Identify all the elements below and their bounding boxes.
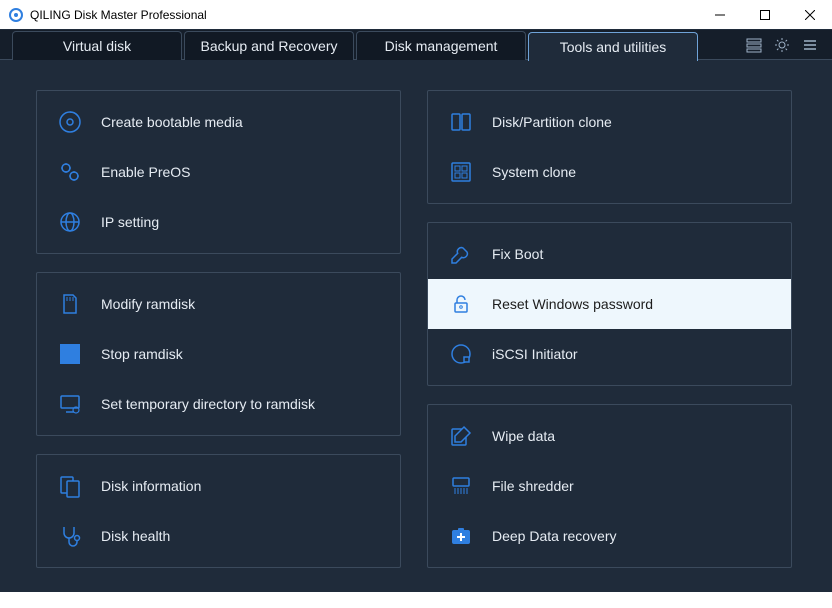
- partition-icon: [448, 109, 474, 135]
- menu-icon[interactable]: [802, 37, 818, 53]
- toolbar-right: [746, 30, 832, 59]
- tab-label: Backup and Recovery: [201, 38, 338, 54]
- item-deep-data-recovery[interactable]: Deep Data recovery: [428, 511, 791, 561]
- minimize-button[interactable]: [697, 0, 742, 30]
- group-ramdisk: Modify ramdisk Stop ramdisk Set temporar…: [36, 272, 401, 436]
- window-title: QILING Disk Master Professional: [30, 8, 697, 22]
- item-label: File shredder: [492, 478, 574, 494]
- item-disk-information[interactable]: Disk information: [37, 461, 400, 511]
- app-body: Virtual disk Backup and Recovery Disk ma…: [0, 30, 832, 592]
- tabstrip: Virtual disk Backup and Recovery Disk ma…: [0, 30, 832, 60]
- right-column: Disk/Partition clone System clone Fix Bo…: [427, 90, 792, 568]
- group-recovery: Fix Boot Reset Windows password iSCSI In…: [427, 222, 792, 386]
- item-disk-partition-clone[interactable]: Disk/Partition clone: [428, 97, 791, 147]
- item-disk-health[interactable]: Disk health: [37, 511, 400, 561]
- item-enable-preos[interactable]: Enable PreOS: [37, 147, 400, 197]
- shredder-icon: [448, 473, 474, 499]
- settings-icon[interactable]: [774, 37, 790, 53]
- item-label: Disk information: [101, 478, 201, 494]
- item-file-shredder[interactable]: File shredder: [428, 461, 791, 511]
- item-iscsi-initiator[interactable]: iSCSI Initiator: [428, 329, 791, 379]
- item-label: Disk/Partition clone: [492, 114, 612, 130]
- lock-icon: [448, 291, 474, 317]
- tab-backup-recovery[interactable]: Backup and Recovery: [184, 31, 354, 60]
- titlebar: QILING Disk Master Professional: [0, 0, 832, 30]
- system-icon: [448, 159, 474, 185]
- group-bootable: Create bootable media Enable PreOS IP se…: [36, 90, 401, 254]
- tab-label: Tools and utilities: [560, 39, 667, 55]
- disk-info-icon: [57, 473, 83, 499]
- item-label: IP setting: [101, 214, 159, 230]
- item-ip-setting[interactable]: IP setting: [37, 197, 400, 247]
- item-label: Set temporary directory to ramdisk: [101, 396, 315, 412]
- stethoscope-icon: [57, 523, 83, 549]
- group-diskinfo: Disk information Disk health: [36, 454, 401, 568]
- item-label: Deep Data recovery: [492, 528, 617, 544]
- item-label: Fix Boot: [492, 246, 543, 262]
- item-system-clone[interactable]: System clone: [428, 147, 791, 197]
- tab-label: Disk management: [385, 38, 498, 54]
- item-fix-boot[interactable]: Fix Boot: [428, 229, 791, 279]
- disc-icon: [57, 109, 83, 135]
- app-icon: [8, 7, 24, 23]
- tab-label: Virtual disk: [63, 38, 131, 54]
- ring-icon: [448, 341, 474, 367]
- group-data: Wipe data File shredder Deep Data recove…: [427, 404, 792, 568]
- tab-virtual-disk[interactable]: Virtual disk: [12, 31, 182, 60]
- item-label: Modify ramdisk: [101, 296, 195, 312]
- item-label: Enable PreOS: [101, 164, 191, 180]
- list-view-icon[interactable]: [746, 37, 762, 53]
- sdcard-icon: [57, 291, 83, 317]
- tab-tools-utilities[interactable]: Tools and utilities: [528, 32, 698, 61]
- maximize-button[interactable]: [742, 0, 787, 30]
- monitor-gear-icon: [57, 391, 83, 417]
- gears-icon: [57, 159, 83, 185]
- window-controls: [697, 0, 832, 29]
- item-create-bootable-media[interactable]: Create bootable media: [37, 97, 400, 147]
- close-button[interactable]: [787, 0, 832, 30]
- item-label: Disk health: [101, 528, 170, 544]
- item-label: Wipe data: [492, 428, 555, 444]
- item-modify-ramdisk[interactable]: Modify ramdisk: [37, 279, 400, 329]
- tab-disk-management[interactable]: Disk management: [356, 31, 526, 60]
- item-label: Reset Windows password: [492, 296, 653, 312]
- globe-icon: [57, 209, 83, 235]
- item-label: iSCSI Initiator: [492, 346, 578, 362]
- left-column: Create bootable media Enable PreOS IP se…: [36, 90, 401, 568]
- item-wipe-data[interactable]: Wipe data: [428, 411, 791, 461]
- item-temp-dir-ramdisk[interactable]: Set temporary directory to ramdisk: [37, 379, 400, 429]
- item-label: Stop ramdisk: [101, 346, 183, 362]
- wrench-icon: [448, 241, 474, 267]
- item-reset-windows-password[interactable]: Reset Windows password: [428, 279, 791, 329]
- stop-icon: [57, 341, 83, 367]
- item-label: System clone: [492, 164, 576, 180]
- item-stop-ramdisk[interactable]: Stop ramdisk: [37, 329, 400, 379]
- group-clone: Disk/Partition clone System clone: [427, 90, 792, 204]
- item-label: Create bootable media: [101, 114, 243, 130]
- edit-icon: [448, 423, 474, 449]
- recovery-icon: [448, 523, 474, 549]
- content: Create bootable media Enable PreOS IP se…: [0, 60, 832, 608]
